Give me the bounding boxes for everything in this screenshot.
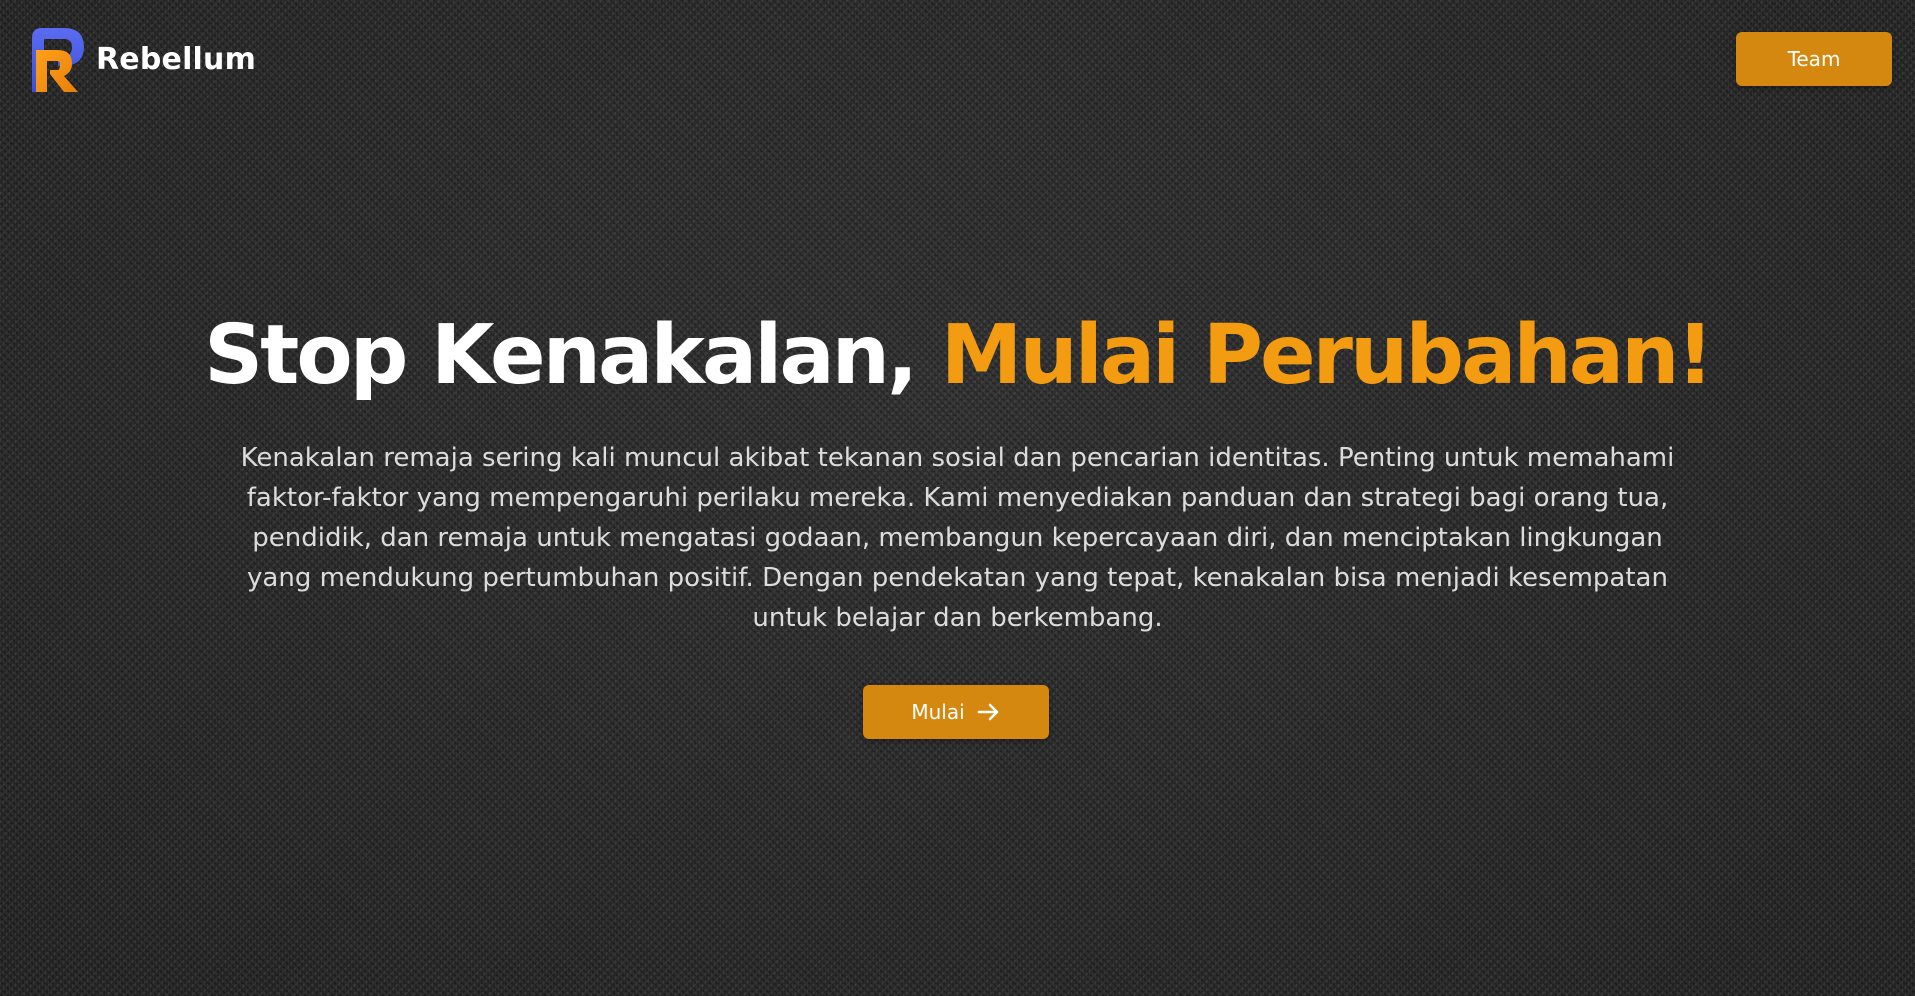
hero-title-highlight: Mulai Perubahan! xyxy=(940,308,1714,403)
start-button-label: Mulai xyxy=(911,700,965,724)
hero-description: Kenakalan remaja sering kali muncul akib… xyxy=(240,443,1675,633)
hero-title: Stop Kenakalan, Mulai Perubahan! xyxy=(0,300,1915,412)
brand-name: Rebellum xyxy=(96,41,257,77)
brand[interactable]: Rebellum xyxy=(30,26,256,92)
r-letter-logo-icon xyxy=(32,28,84,92)
start-button[interactable]: Mulai xyxy=(863,685,1049,739)
hero-section: Stop Kenakalan, Mulai Perubahan! Kenakal… xyxy=(0,300,1915,638)
arrow-right-icon xyxy=(977,703,998,721)
team-button[interactable]: Team xyxy=(1736,32,1892,86)
hero-title-white: Stop Kenakalan, xyxy=(204,308,941,403)
